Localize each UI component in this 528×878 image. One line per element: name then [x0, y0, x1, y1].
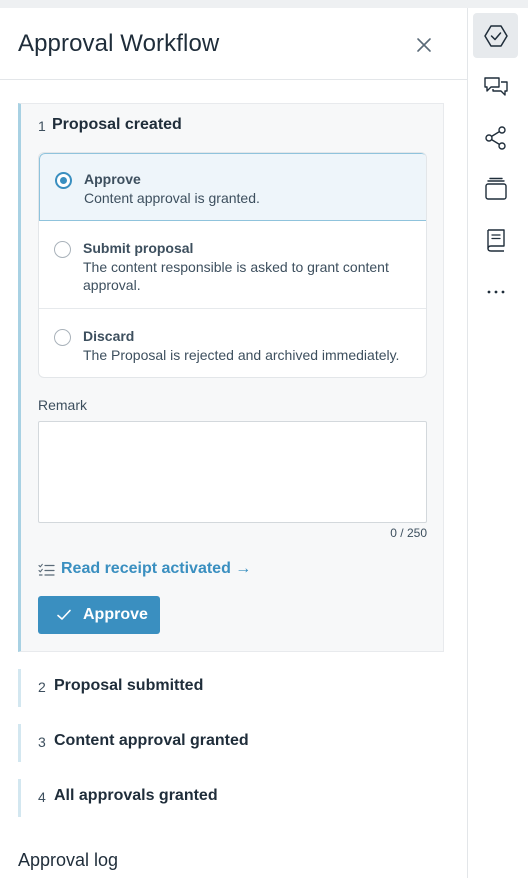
option-discard[interactable]: Discard The Proposal is rejected and arc…: [39, 309, 426, 377]
close-button[interactable]: [413, 34, 435, 56]
step-title: Proposal created: [52, 116, 182, 133]
option-description: Content approval is granted.: [84, 190, 260, 206]
rail-approval-button[interactable]: [473, 13, 518, 58]
step-number: 3: [38, 734, 46, 750]
option-description: The Proposal is rejected and archived im…: [83, 347, 400, 363]
approve-button-label: Approve: [83, 606, 148, 623]
close-icon: [417, 38, 431, 52]
comments-icon: [484, 77, 508, 96]
step-content-approval-granted[interactable]: 3 Content approval granted: [18, 724, 444, 762]
checklist-icon: [38, 563, 55, 576]
option-approve[interactable]: Approve Content approval is granted.: [39, 153, 426, 221]
radio[interactable]: [54, 329, 71, 346]
more-icon: [487, 290, 505, 294]
step-number: 2: [38, 679, 46, 695]
step-proposal-created: 1 Proposal created Approve Content appro…: [18, 103, 444, 652]
remark-textarea[interactable]: [38, 421, 427, 523]
step-title: Proposal submitted: [54, 677, 204, 694]
option-title: Approve: [84, 171, 141, 187]
radio[interactable]: [54, 241, 71, 258]
option-title: Discard: [83, 328, 135, 344]
rail-versions-button[interactable]: [473, 166, 518, 211]
approval-log-heading: Approval log: [18, 850, 119, 870]
step-title: Content approval granted: [54, 732, 249, 749]
versions-stack-icon: [485, 177, 507, 200]
decision-options: Approve Content approval is granted. Sub…: [38, 152, 427, 378]
panel-header: Approval Workflow: [0, 8, 467, 80]
check-icon: [57, 609, 71, 620]
top-strip: [0, 0, 528, 8]
remark-label: Remark: [38, 397, 88, 413]
share-nodes-icon: [485, 126, 506, 150]
book-icon: [487, 229, 505, 252]
read-receipt-label[interactable]: Read receipt activated →: [61, 560, 251, 578]
radio-selected[interactable]: [55, 172, 72, 189]
step-title: All approvals granted: [54, 787, 218, 804]
step-all-approvals-granted[interactable]: 4 All approvals granted: [18, 779, 444, 817]
rail-share-button[interactable]: [473, 115, 518, 160]
approval-hexagon-icon: [484, 25, 508, 47]
rail-comments-button[interactable]: [473, 64, 518, 109]
rail-documentation-button[interactable]: [473, 217, 518, 262]
option-description: The content responsible is asked to gran…: [83, 259, 389, 293]
approval-workflow-panel: Approval Workflow 1 Proposal created App…: [0, 8, 467, 878]
option-title: Submit proposal: [83, 240, 194, 256]
approve-button[interactable]: Approve: [38, 596, 160, 634]
step-proposal-submitted[interactable]: 2 Proposal submitted: [18, 669, 444, 707]
side-rail: [467, 8, 528, 878]
option-submit-proposal[interactable]: Submit proposal The content responsible …: [39, 221, 426, 309]
character-counter: 0 / 250: [390, 526, 427, 540]
step-number: 1: [38, 118, 46, 134]
step-number: 4: [38, 789, 46, 805]
rail-more-button[interactable]: [473, 268, 518, 313]
panel-title: Approval Workflow: [18, 30, 220, 57]
